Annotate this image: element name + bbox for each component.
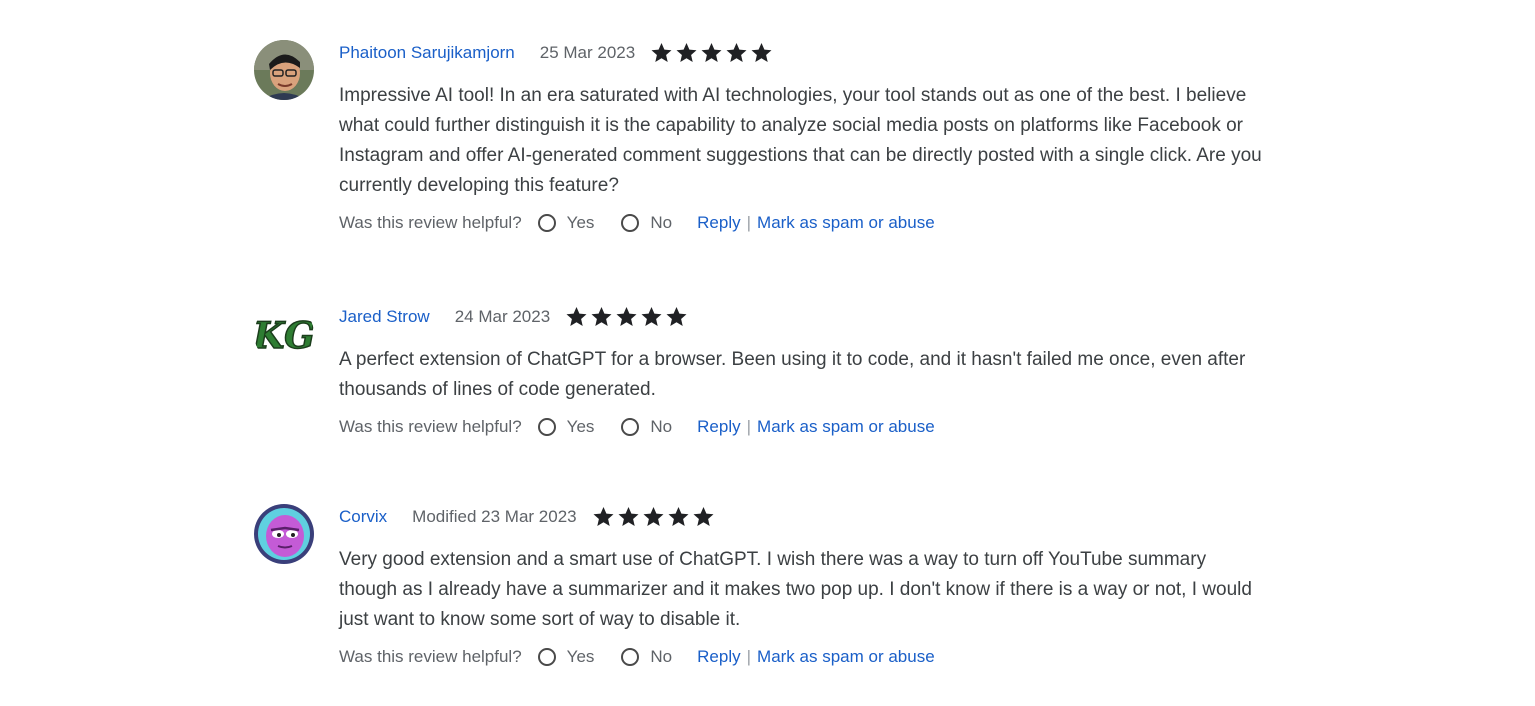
review-text: A perfect extension of ChatGPT for a bro… — [339, 349, 1246, 400]
star-icon — [651, 43, 672, 62]
review-text: Very good extension and a smart use of C… — [339, 549, 1252, 630]
helpful-yes-option[interactable]: Yes — [537, 417, 595, 437]
reply-link[interactable]: Reply — [697, 417, 740, 437]
review-item: KG Jared Strow 24 Mar 2023 A perfect ext… — [254, 302, 1294, 440]
no-label[interactable]: No — [650, 417, 672, 437]
star-icon — [751, 43, 772, 62]
no-label[interactable]: No — [650, 213, 672, 233]
review-item: Phaitoon Sarujikamjorn 25 Mar 2023 Impre… — [254, 38, 1294, 236]
star-icon — [676, 43, 697, 62]
helpful-yes-option[interactable]: Yes — [537, 647, 595, 667]
helpful-row: Was this review helpful? Yes No Reply | … — [339, 210, 1294, 236]
helpful-no-option[interactable]: No — [621, 417, 672, 437]
photo-avatar-icon[interactable] — [254, 40, 314, 100]
review-author[interactable]: Jared Strow — [339, 307, 430, 327]
star-icon — [566, 307, 587, 326]
star-icon — [701, 43, 722, 62]
mark-spam-link[interactable]: Mark as spam or abuse — [757, 213, 935, 233]
helpful-yes-option[interactable]: Yes — [537, 213, 595, 233]
no-label[interactable]: No — [650, 647, 672, 667]
helpful-row: Was this review helpful? Yes No Reply | … — [339, 644, 1294, 670]
review-author[interactable]: Phaitoon Sarujikamjorn — [339, 43, 515, 63]
reviews-list: Phaitoon Sarujikamjorn 25 Mar 2023 Impre… — [254, 38, 1294, 670]
radio-icon[interactable] — [537, 418, 556, 436]
mark-spam-link[interactable]: Mark as spam or abuse — [757, 647, 935, 667]
radio-icon[interactable] — [621, 648, 640, 666]
yes-label[interactable]: Yes — [567, 213, 595, 233]
star-rating — [649, 41, 774, 65]
mark-spam-link[interactable]: Mark as spam or abuse — [757, 417, 935, 437]
star-icon — [643, 507, 664, 526]
kg-logo-avatar-icon[interactable]: KG — [254, 304, 314, 364]
reply-link[interactable]: Reply — [697, 647, 740, 667]
radio-icon[interactable] — [537, 648, 556, 666]
link-separator: | — [746, 417, 752, 436]
yes-label[interactable]: Yes — [567, 647, 595, 667]
helpful-prompt: Was this review helpful? — [339, 647, 522, 666]
star-icon — [726, 43, 747, 62]
helpful-no-option[interactable]: No — [621, 647, 672, 667]
review-date: Modified 23 Mar 2023 — [412, 507, 577, 526]
review-body: Jared Strow 24 Mar 2023 A perfect extens… — [339, 302, 1294, 440]
review-text: Impressive AI tool! In an era saturated … — [339, 85, 1262, 196]
svg-text:KG: KG — [254, 315, 314, 357]
star-rating — [591, 505, 716, 529]
helpful-prompt: Was this review helpful? — [339, 213, 522, 232]
review-meta: Corvix Modified 23 Mar 2023 — [339, 502, 1294, 532]
review-item: Corvix Modified 23 Mar 2023 Very good ex… — [254, 502, 1294, 670]
review-date: 25 Mar 2023 — [539, 43, 636, 62]
review-author[interactable]: Corvix — [339, 507, 387, 527]
link-separator: | — [746, 647, 752, 666]
star-icon — [641, 307, 662, 326]
star-icon — [666, 307, 687, 326]
link-separator: | — [746, 213, 752, 232]
reply-link[interactable]: Reply — [697, 213, 740, 233]
star-icon — [616, 307, 637, 326]
radio-icon[interactable] — [621, 214, 640, 232]
star-icon — [593, 507, 614, 526]
review-meta: Jared Strow 24 Mar 2023 — [339, 302, 1294, 332]
review-body: Phaitoon Sarujikamjorn 25 Mar 2023 Impre… — [339, 38, 1294, 236]
review-meta: Phaitoon Sarujikamjorn 25 Mar 2023 — [339, 38, 1294, 68]
review-body: Corvix Modified 23 Mar 2023 Very good ex… — [339, 502, 1294, 670]
star-rating — [564, 305, 689, 329]
helpful-prompt: Was this review helpful? — [339, 417, 522, 436]
helpful-row: Was this review helpful? Yes No Reply | … — [339, 414, 1294, 440]
review-date: 24 Mar 2023 — [454, 307, 551, 326]
radio-icon[interactable] — [537, 214, 556, 232]
yes-label[interactable]: Yes — [567, 417, 595, 437]
star-icon — [618, 507, 639, 526]
star-icon — [693, 507, 714, 526]
helpful-no-option[interactable]: No — [621, 213, 672, 233]
star-icon — [668, 507, 689, 526]
cartoon-avatar-icon[interactable] — [254, 504, 314, 564]
star-icon — [591, 307, 612, 326]
radio-icon[interactable] — [621, 418, 640, 436]
